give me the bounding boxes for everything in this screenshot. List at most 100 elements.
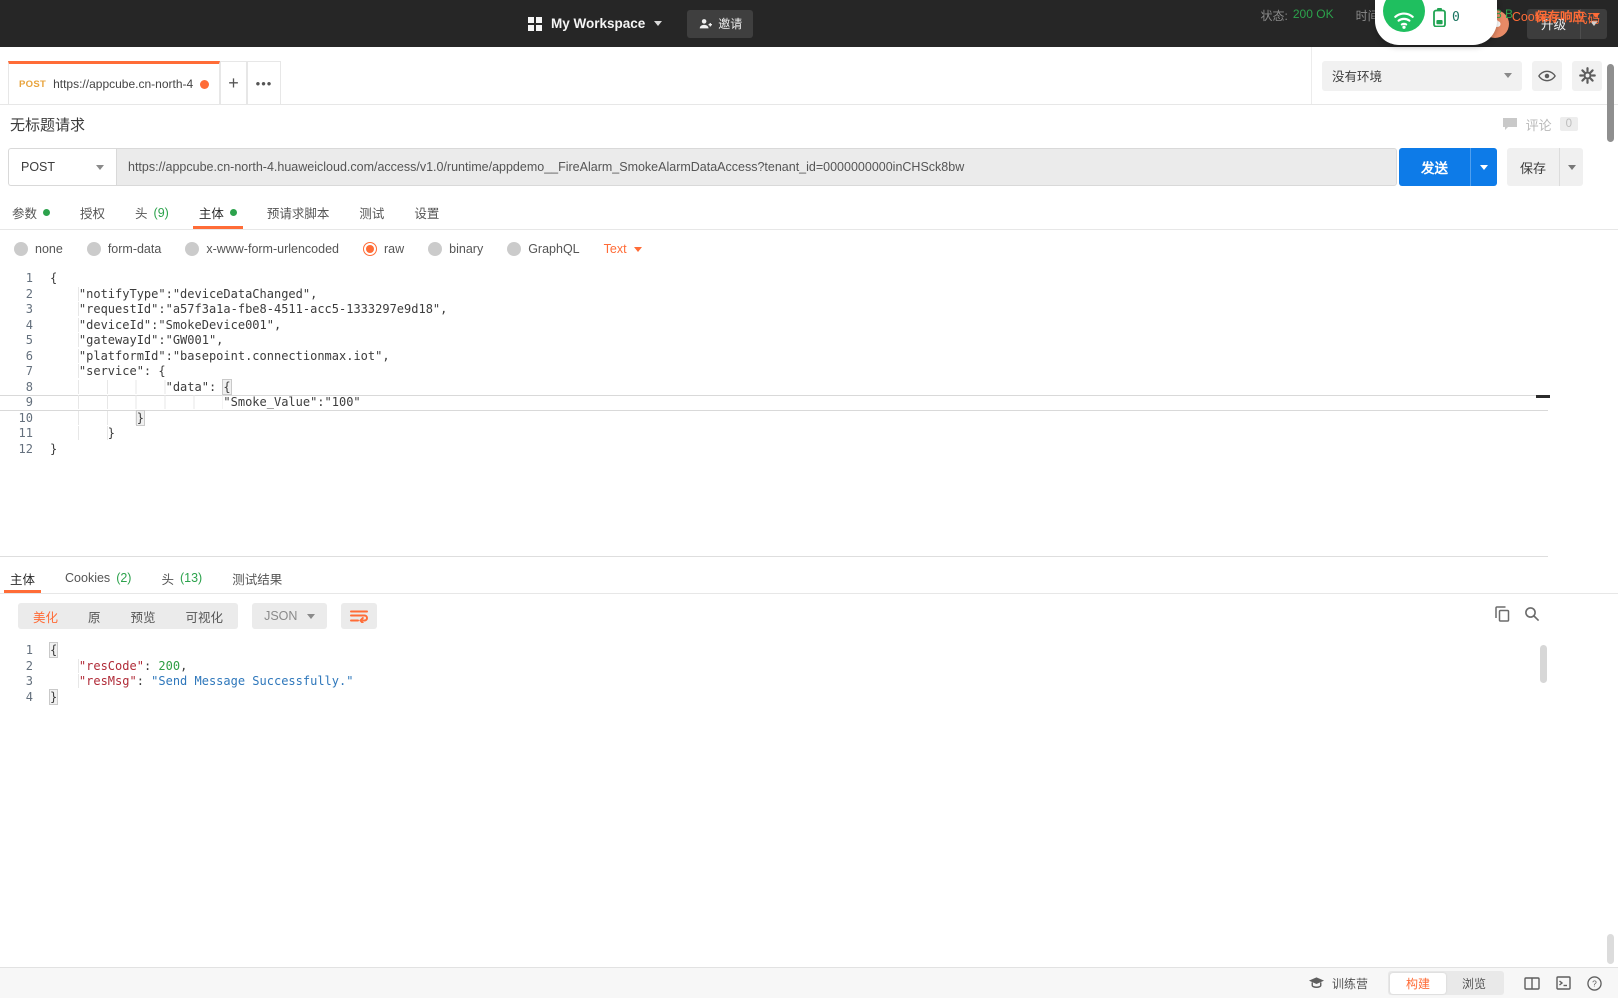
editor-line[interactable]: 9 "Smoke_Value":"100"	[0, 395, 1548, 411]
token: ,	[180, 658, 188, 673]
line-content: "resCode": 200,	[33, 658, 188, 675]
body-mode-binary[interactable]: binary	[428, 242, 483, 256]
tab-options-button[interactable]: •••	[247, 61, 281, 104]
invite-button[interactable]: 邀请	[687, 9, 754, 38]
body-mode-graphql[interactable]: GraphQL	[507, 242, 580, 256]
response-line[interactable]: 4}	[0, 688, 1548, 706]
build-toggle[interactable]: 构建	[1389, 972, 1446, 994]
editor-line[interactable]: 4 "deviceId":"SmokeDevice001",	[0, 317, 1548, 334]
comment-icon	[1502, 117, 1518, 132]
save-dropdown[interactable]	[1559, 148, 1583, 186]
editor-line[interactable]: 6 "platformId":"basepoint.connectionmax.…	[0, 348, 1548, 365]
request-tab-body[interactable]: 主体	[192, 196, 243, 229]
body-mode-x-www-form-urlencoded[interactable]: x-www-form-urlencoded	[185, 242, 339, 256]
request-tab-headers[interactable]: 头 (9)	[135, 196, 169, 229]
response-body-viewer[interactable]: 1{2 "resCode": 200, 3 "resMsg": "Send Mes…	[0, 640, 1548, 940]
line-content: "deviceId":"SmokeDevice001",	[33, 317, 281, 334]
editor-line[interactable]: 3 "requestId":"a57f3a1a-fbe8-4511-acc5-1…	[0, 302, 1548, 318]
raw-type-selector[interactable]: Text	[604, 242, 642, 256]
body-mode-none[interactable]: none	[14, 242, 63, 256]
console-button[interactable]	[1556, 976, 1571, 990]
chevron-down-icon	[1567, 164, 1576, 170]
response-tab-test-results[interactable]: 测试结果	[232, 563, 282, 593]
radio-none[interactable]	[14, 242, 28, 256]
line-content: }	[33, 688, 59, 706]
request-tab-auth[interactable]: 授权	[80, 196, 105, 229]
body-mode-raw[interactable]: raw	[363, 242, 404, 256]
response-tab-headers[interactable]: 头 (13)	[161, 563, 202, 593]
bootcamp-button[interactable]: 训练营	[1308, 975, 1368, 992]
line-content: }	[33, 426, 115, 442]
editor-line[interactable]: 10 }	[0, 409, 1548, 427]
response-line[interactable]: 2 "resCode": 200,	[0, 658, 1548, 675]
window-scrollbar-thumb[interactable]	[1607, 64, 1614, 142]
response-line[interactable]: 1{	[0, 642, 1548, 659]
new-tab-button[interactable]: +	[220, 61, 247, 104]
tab-label: 预请求脚本	[266, 207, 330, 221]
response-format-selector[interactable]: JSON	[252, 603, 328, 629]
help-button[interactable]: ?	[1587, 975, 1602, 991]
tab-label: 头	[161, 572, 174, 587]
environment-quick-look-button[interactable]	[1532, 60, 1562, 91]
environment-selector[interactable]: 没有环境	[1322, 60, 1522, 91]
workspace-switcher[interactable]: My Workspace	[528, 16, 663, 31]
request-tab-pre-request-script[interactable]: 预请求脚本	[267, 196, 330, 229]
wrap-lines-button[interactable]	[341, 603, 378, 629]
request-tab-params[interactable]: 参数	[12, 196, 51, 229]
send-button[interactable]: 发送	[1399, 148, 1470, 186]
two-pane-view-button[interactable]	[1524, 976, 1540, 990]
radio-x-www-form-urlencoded[interactable]	[185, 242, 200, 256]
search-response-button[interactable]	[1524, 606, 1540, 622]
response-view-pretty[interactable]: 美化	[18, 603, 73, 629]
line-content: "gatewayId":"GW001",	[33, 333, 223, 349]
indent-guides	[50, 379, 166, 394]
radio-raw[interactable]	[363, 242, 377, 256]
editor-line[interactable]: 8 "data": {	[0, 378, 1548, 396]
request-title[interactable]: 无标题请求	[10, 114, 85, 135]
environment-zone: 没有环境	[1311, 47, 1618, 104]
browse-toggle[interactable]: 浏览	[1446, 973, 1502, 994]
wrap-lines-icon	[350, 610, 369, 623]
editor-line[interactable]: 5 "gatewayId":"GW001",	[0, 333, 1548, 349]
send-dropdown[interactable]	[1470, 148, 1497, 186]
line-content: "requestId":"a57f3a1a-fbe8-4511-acc5-133…	[33, 302, 447, 318]
copy-response-button[interactable]	[1495, 606, 1510, 622]
response-line[interactable]: 3 "resMsg": "Send Message Successfully."	[0, 674, 1548, 690]
method-selector[interactable]: POST	[8, 148, 116, 186]
token: {	[48, 642, 59, 658]
radio-binary[interactable]	[428, 242, 443, 256]
response-view-preview[interactable]: 预览	[116, 603, 171, 629]
open-request-tab[interactable]: POST https://appcube.cn-north-4.hu...	[8, 61, 220, 104]
radio-form-data[interactable]	[86, 242, 101, 256]
radio-graphql[interactable]	[507, 242, 522, 256]
comments-button[interactable]: 评论 0	[1502, 115, 1578, 134]
battery-indicator: 0	[1433, 8, 1460, 27]
body-mode-form-data[interactable]: form-data	[86, 242, 161, 256]
editor-line[interactable]: 11 }	[0, 426, 1548, 442]
editor-line[interactable]: 2 "notifyType":"deviceDataChanged",	[0, 286, 1548, 303]
editor-line[interactable]: 7 "service": {	[0, 364, 1548, 380]
chevron-down-icon	[1504, 73, 1512, 78]
response-view-raw[interactable]: 原	[73, 603, 116, 629]
response-scrollbar-thumb[interactable]	[1540, 645, 1547, 683]
editor-line[interactable]: 12}	[0, 442, 1548, 458]
request-tab-settings[interactable]: 设置	[414, 196, 439, 229]
person-plus-icon	[698, 17, 713, 31]
response-tabs: 主体 Cookies (2) 头 (13) 测试结果	[0, 563, 1618, 594]
request-body-editor[interactable]: 1{2 "notifyType":"deviceDataChanged", 3 "…	[0, 266, 1548, 557]
response-view-visualize[interactable]: 可视化	[171, 603, 239, 629]
settings-button[interactable]	[1572, 60, 1602, 91]
save-button[interactable]: 保存	[1507, 148, 1559, 186]
wifi-status-icon[interactable]	[1383, 0, 1425, 32]
url-input[interactable]: https://appcube.cn-north-4.huaweicloud.c…	[116, 148, 1397, 186]
line-number: 2	[25, 658, 33, 673]
request-tab-tests[interactable]: 测试	[359, 196, 384, 229]
line-number: 5	[25, 333, 33, 347]
token	[50, 658, 79, 673]
line-content: "data": {	[33, 378, 232, 396]
save-response-button[interactable]: 保存响应	[1535, 6, 1600, 25]
response-tab-body[interactable]: 主体	[3, 563, 42, 593]
lower-scrollbar-thumb[interactable]	[1607, 934, 1614, 964]
editor-line[interactable]: 1{	[0, 271, 1548, 287]
response-tab-cookies[interactable]: Cookies (2)	[65, 563, 131, 593]
